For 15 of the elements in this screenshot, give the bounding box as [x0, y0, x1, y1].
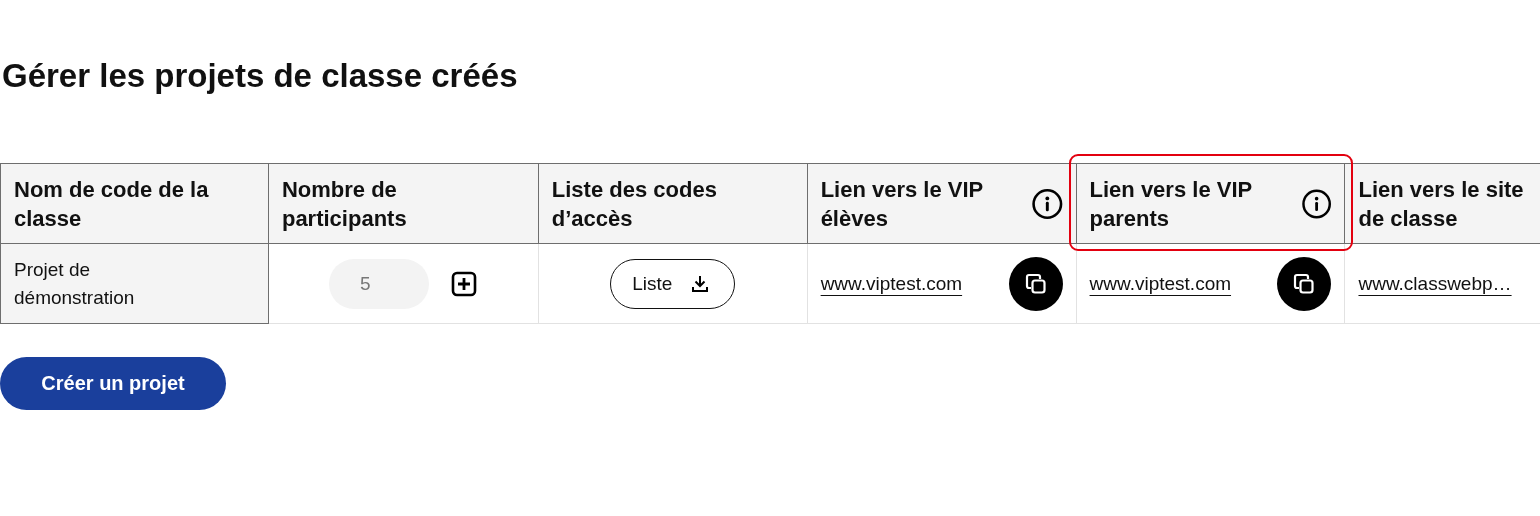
- link[interactable]: www.viptest.com: [820, 269, 963, 298]
- page-title: Gérer les projets de classe créés: [2, 56, 518, 96]
- link[interactable]: www.viptest.com: [1089, 269, 1232, 298]
- download-icon: [690, 273, 711, 294]
- number-field[interactable]: 5: [329, 258, 430, 309]
- column-header: Nom de code de la classe: [0, 163, 269, 244]
- column-header: Nombre de participants: [268, 163, 539, 244]
- download-button[interactable]: Liste: [610, 258, 736, 309]
- column-header: Liste des codes d’accès: [538, 163, 808, 244]
- column-label: Lien vers le VIP élèves: [820, 175, 984, 233]
- table-cell: Projet de démonstration: [0, 243, 269, 324]
- column-header: Lien vers le site de classe: [1344, 163, 1540, 244]
- column-label: Lien vers le VIP parents: [1089, 175, 1253, 233]
- add-button[interactable]: [451, 270, 478, 297]
- create-project-button[interactable]: Créer un projet: [0, 357, 226, 410]
